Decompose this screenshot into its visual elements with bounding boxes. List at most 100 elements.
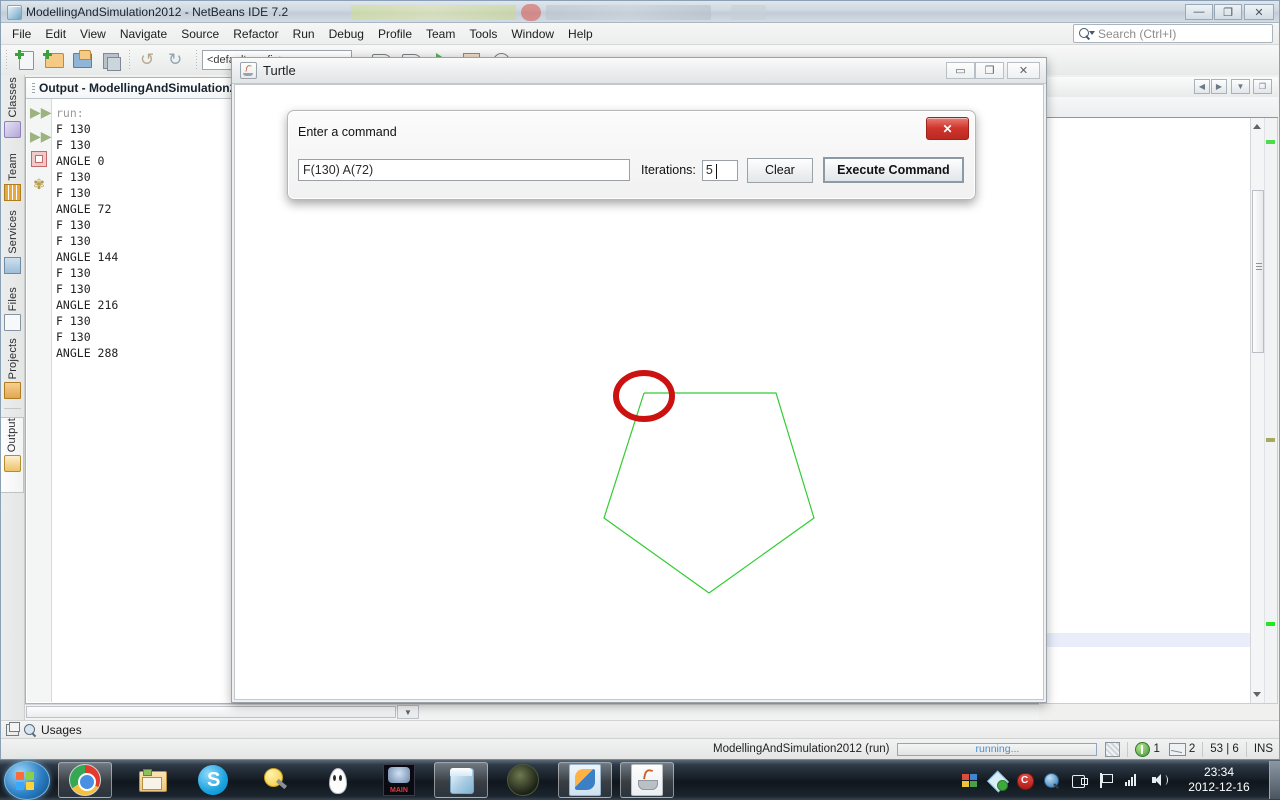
ide-maximize-button[interactable]: ❐ xyxy=(1214,4,1242,20)
window-icon[interactable] xyxy=(6,721,20,736)
menu-help[interactable]: Help xyxy=(561,25,600,43)
taskbar-app-dark-orb[interactable] xyxy=(496,762,550,798)
menu-navigate[interactable]: Navigate xyxy=(113,25,174,43)
usb-icon[interactable] xyxy=(1069,772,1088,789)
menu-source[interactable]: Source xyxy=(174,25,226,43)
save-all-icon[interactable] xyxy=(98,48,122,72)
execute-command-button[interactable]: Execute Command xyxy=(822,157,964,183)
dialog-close-button[interactable]: ✕ xyxy=(926,117,969,140)
taskbar-app-orange-swirl[interactable] xyxy=(558,762,612,798)
taskbar-app-lightbulb[interactable] xyxy=(248,762,302,798)
sidebar-item-classes[interactable]: Classes xyxy=(1,77,24,138)
editor-text-area[interactable] xyxy=(1040,118,1278,704)
editor-scroll-thumb[interactable] xyxy=(1252,190,1264,353)
sidebar-item-output[interactable]: Output xyxy=(1,417,24,493)
turtle-close-button[interactable]: ✕ xyxy=(1007,62,1040,79)
search-everything-icon[interactable] xyxy=(1042,772,1061,789)
sidebar-item-team[interactable]: Team xyxy=(1,153,24,201)
sidebar-item-projects[interactable]: Projects xyxy=(1,338,24,400)
turtle-minimize-button[interactable]: ▭ xyxy=(946,62,975,79)
rerun-icon[interactable]: ▶▶ xyxy=(30,103,52,121)
stop-icon[interactable] xyxy=(30,151,48,169)
status-progress-bar[interactable]: running... xyxy=(897,742,1098,756)
scroll-tabs-left-icon[interactable]: ◀ xyxy=(1194,79,1210,94)
main-app-icon: MAIN xyxy=(383,764,415,796)
menu-profile[interactable]: Profile xyxy=(371,25,419,43)
usages-bar: Usages xyxy=(1,720,1279,738)
annotation-mark-green[interactable] xyxy=(1266,622,1275,626)
taskbar-app-blue-cube[interactable] xyxy=(434,762,488,798)
annotation-mark-olive[interactable] xyxy=(1266,438,1275,442)
system-tray: C 23:34 2012-12-16 xyxy=(957,760,1280,800)
search-icon xyxy=(1078,27,1095,41)
iterations-input[interactable]: 5 xyxy=(701,159,738,181)
comodo-icon[interactable]: C xyxy=(1015,772,1034,790)
menu-run[interactable]: Run xyxy=(286,25,322,43)
usages-label[interactable]: Usages xyxy=(41,723,82,737)
editor-document-tab[interactable] xyxy=(1040,97,1278,118)
ide-close-button[interactable]: ✕ xyxy=(1244,4,1274,20)
taskbar-app-windows-explorer[interactable] xyxy=(125,762,179,798)
sidebar-item-files[interactable]: Files xyxy=(1,287,24,332)
dropbox-icon[interactable] xyxy=(987,770,1009,792)
color-tiles-icon[interactable] xyxy=(961,772,980,789)
sidebar-item-label: Services xyxy=(6,210,19,254)
show-desktop-button[interactable] xyxy=(1269,761,1280,799)
editor-annotation-strip[interactable] xyxy=(1264,118,1277,703)
settings-icon[interactable]: ✾ xyxy=(30,175,48,193)
menu-tools[interactable]: Tools xyxy=(462,25,504,43)
titlebar-overlay-2 xyxy=(521,4,541,21)
flag-action-center-icon[interactable] xyxy=(1096,772,1115,789)
undo-icon[interactable]: ↺ xyxy=(137,48,161,72)
scroll-tabs-right-icon[interactable]: ▶ xyxy=(1211,79,1227,94)
menu-refactor[interactable]: Refactor xyxy=(226,25,285,43)
status-messages[interactable]: 2 xyxy=(1168,742,1195,756)
ide-title-bar: ModellingAndSimulation2012 - NetBeans ID… xyxy=(1,1,1279,23)
menu-view[interactable]: View xyxy=(73,25,113,43)
new-file-icon[interactable] xyxy=(14,48,38,72)
open-project-icon[interactable] xyxy=(70,48,94,72)
tab-output[interactable]: Output - ModellingAndSimulation201 xyxy=(26,78,259,98)
output-horizontal-scrollbar[interactable]: ▼ xyxy=(25,704,1039,720)
chevron-down-icon[interactable]: ▼ xyxy=(1231,79,1250,94)
editor-vertical-scrollbar[interactable] xyxy=(1250,118,1265,703)
status-notifications[interactable]: 1 xyxy=(1135,741,1160,757)
redo-icon[interactable]: ↻ xyxy=(165,48,189,72)
taskbar-app-foobar2000[interactable] xyxy=(310,762,364,798)
menu-file[interactable]: File xyxy=(5,25,38,43)
chrome-icon xyxy=(69,764,101,796)
explorer-folder-icon xyxy=(137,765,167,795)
maximize-editor-icon[interactable]: ❐ xyxy=(1253,79,1272,94)
taskbar-app-google-chrome[interactable] xyxy=(58,762,112,798)
new-project-icon[interactable] xyxy=(42,48,66,72)
ide-minimize-button[interactable]: — xyxy=(1185,4,1213,20)
menu-edit[interactable]: Edit xyxy=(38,25,73,43)
rerun-alt-icon[interactable]: ▶▶ xyxy=(30,127,52,145)
start-orb[interactable] xyxy=(4,761,50,800)
network-signal-icon[interactable] xyxy=(1123,772,1142,789)
taskbar-app-main[interactable]: MAIN xyxy=(372,762,426,798)
clear-button[interactable]: Clear xyxy=(746,157,813,183)
menu-team[interactable]: Team xyxy=(419,25,462,43)
taskbar-app-skype[interactable]: S xyxy=(186,762,240,798)
tab-grip-icon xyxy=(32,82,35,94)
foobar-icon xyxy=(322,765,352,795)
command-input[interactable]: F(130) A(72) xyxy=(298,159,630,181)
menu-window[interactable]: Window xyxy=(504,25,561,43)
turtle-maximize-button[interactable]: ❐ xyxy=(975,62,1004,79)
volume-icon[interactable] xyxy=(1150,772,1169,789)
taskbar-app-java-netbeans[interactable] xyxy=(620,762,674,798)
scroll-down-icon[interactable] xyxy=(1253,692,1261,697)
ide-search-box[interactable]: Search (Ctrl+I) xyxy=(1073,24,1273,43)
taskbar-clock[interactable]: 23:34 2012-12-16 xyxy=(1173,765,1265,795)
scroll-up-icon[interactable] xyxy=(1253,124,1261,129)
annotation-mark-green-top[interactable] xyxy=(1266,140,1275,144)
output-hscroll-thumb[interactable] xyxy=(26,706,396,718)
text-caret xyxy=(715,163,717,179)
output-tool-column: ▶▶ ▶▶ ✾ xyxy=(27,99,52,702)
editor-pane: ◀ ▶ ▼ ❐ xyxy=(1040,77,1278,704)
progress-detail-icon[interactable] xyxy=(1105,741,1121,757)
sidebar-item-services[interactable]: Services xyxy=(1,210,24,274)
menu-debug[interactable]: Debug xyxy=(322,25,371,43)
output-hscroll-button[interactable]: ▼ xyxy=(397,705,419,719)
